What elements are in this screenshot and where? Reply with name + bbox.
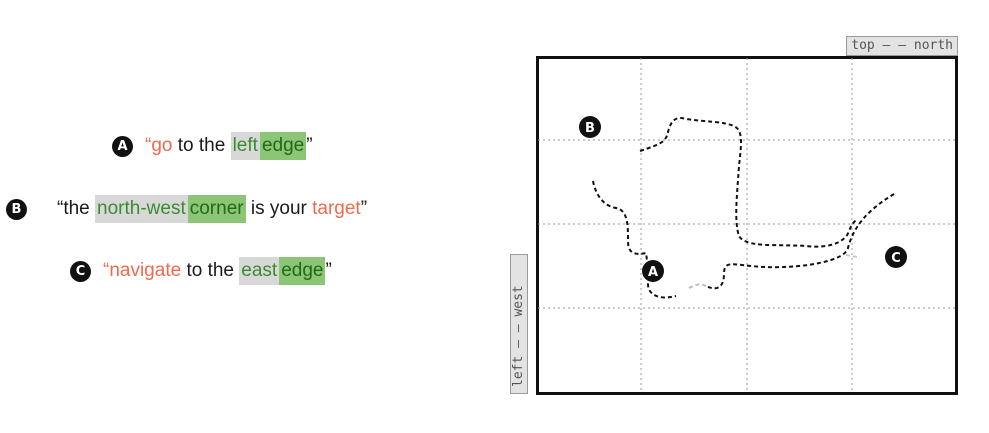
instruction-a: A “ go to the left edge ” — [112, 132, 313, 160]
instruction-c: C “ navigate to the east edge ” — [70, 257, 332, 285]
marker-b-label: B — [585, 121, 595, 136]
instruction-b-text: “the north-west corner is your target ” — [57, 195, 367, 223]
connector-text: to the — [181, 260, 240, 281]
instruction-a-text: “ go to the left edge ” — [145, 132, 313, 160]
action-word: navigate — [109, 260, 182, 281]
direction-word: east — [239, 257, 280, 285]
connector-text: is your — [245, 198, 313, 219]
open-quote: “the — [57, 198, 96, 219]
target-word: target — [312, 198, 361, 219]
instruction-c-text: “ navigate to the east edge ” — [103, 257, 332, 285]
direction-word: left — [230, 132, 260, 160]
landmark-word: edge — [279, 257, 326, 285]
marker-c: C — [885, 246, 907, 268]
top-north-label: top — — north — [846, 36, 958, 56]
close-quote: ” — [360, 198, 368, 219]
left-west-label: left — — west — [510, 254, 528, 394]
marker-b: B — [579, 116, 601, 138]
instruction-b: B “the north-west corner is your target … — [6, 195, 367, 223]
badge-c: C — [70, 260, 91, 282]
navigation-map: B A C — [536, 56, 958, 395]
landmark-word: edge — [259, 132, 307, 160]
landmark-word: corner — [187, 195, 246, 223]
marker-a: A — [642, 260, 664, 282]
close-quote: ” — [306, 135, 313, 156]
close-quote: ” — [325, 260, 332, 281]
direction-word: north-west — [95, 195, 188, 223]
badge-a: A — [112, 135, 133, 157]
marker-a-label: A — [648, 265, 658, 280]
connector-text: to the — [172, 135, 231, 156]
marker-c-label: C — [891, 251, 901, 266]
badge-b: B — [6, 198, 27, 220]
action-word: go — [151, 135, 173, 156]
